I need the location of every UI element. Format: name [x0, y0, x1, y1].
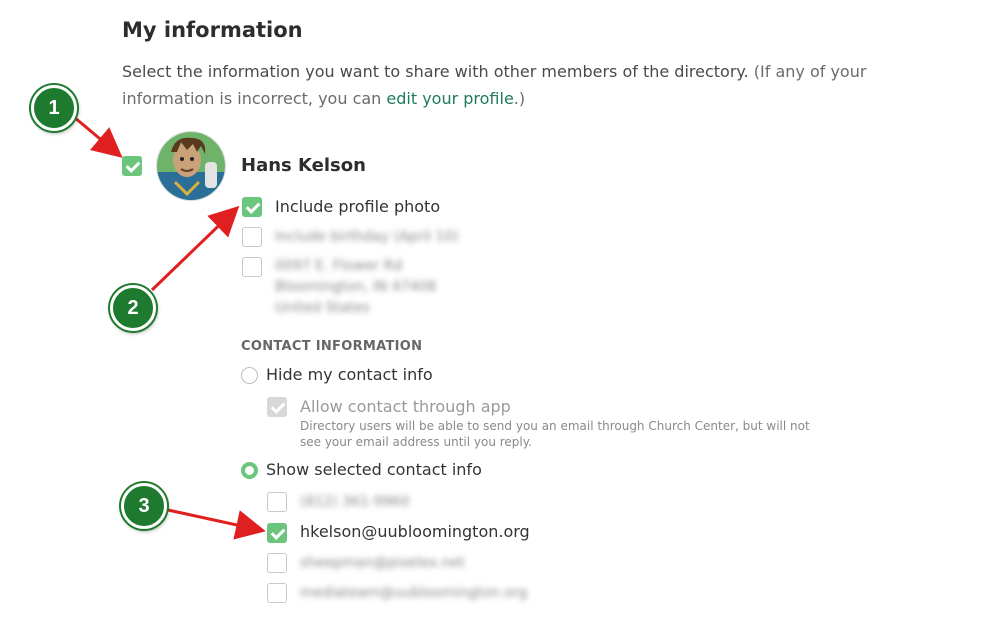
annotation-badge-3: 3 — [121, 483, 167, 529]
annotation-badge-2: 2 — [110, 285, 156, 331]
arrow-2 — [150, 205, 240, 292]
annotation-badge-1: 1 — [31, 85, 77, 131]
arrow-1 — [67, 110, 123, 158]
arrow-3 — [167, 508, 266, 540]
